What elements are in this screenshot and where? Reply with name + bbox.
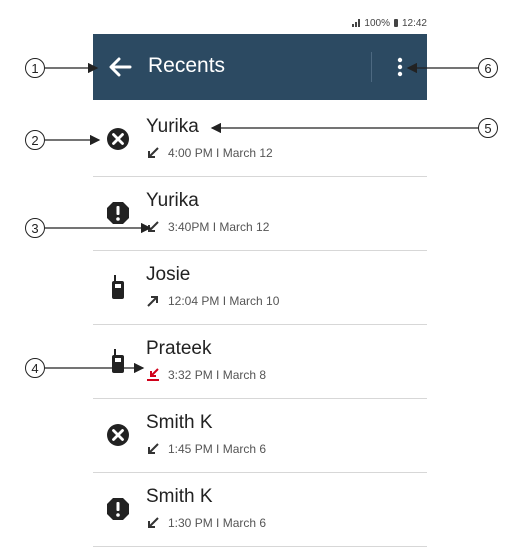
incoming-arrow-icon bbox=[148, 443, 159, 454]
contact-name: Smith K bbox=[146, 412, 213, 433]
missed-call-icon bbox=[107, 128, 129, 150]
call-time: 3:32 PM I March 8 bbox=[168, 368, 267, 382]
callout-1: 1 bbox=[25, 58, 45, 78]
app-bar-divider bbox=[371, 52, 372, 82]
list-item[interactable]: Smith K 1:30 PM I March 6 bbox=[93, 473, 427, 547]
list-item[interactable]: Yurika 4:00 PM I March 12 bbox=[93, 103, 427, 177]
call-time: 3:40PM I March 12 bbox=[168, 220, 270, 234]
battery-level: 100% bbox=[364, 17, 390, 29]
contact-name: Prateek bbox=[146, 338, 212, 359]
call-meta: 3:40PM I March 12 bbox=[146, 220, 269, 234]
call-meta: 3:32 PM I March 8 bbox=[146, 368, 266, 382]
emergency-alert-icon bbox=[107, 498, 129, 520]
status-bar: 100% 12:42 bbox=[93, 14, 427, 32]
call-time: 1:30 PM I March 6 bbox=[168, 516, 267, 530]
list-item[interactable]: Smith K 1:45 PM I March 6 bbox=[93, 399, 427, 473]
clock: 12:42 bbox=[401, 17, 427, 29]
call-time: 12:04 PM I March 10 bbox=[168, 294, 280, 308]
callout-5: 5 bbox=[478, 118, 498, 138]
incoming-arrow-icon bbox=[148, 517, 159, 528]
list-item[interactable]: Yurika 3:40PM I March 12 bbox=[93, 177, 427, 251]
signal-icon bbox=[352, 19, 361, 27]
incoming-arrow-icon bbox=[148, 221, 159, 232]
page-title: Recents bbox=[148, 54, 226, 77]
contact-name: Josie bbox=[146, 264, 191, 285]
contact-name: Smith K bbox=[146, 486, 213, 507]
call-meta: 1:30 PM I March 6 bbox=[146, 516, 266, 530]
battery-icon bbox=[393, 19, 398, 27]
call-meta: 4:00 PM I March 12 bbox=[146, 146, 273, 160]
call-meta: 1:45 PM I March 6 bbox=[146, 442, 266, 456]
incoming-arrow-icon bbox=[148, 147, 159, 158]
callout-6: 6 bbox=[478, 58, 498, 78]
missed-call-icon bbox=[107, 424, 129, 446]
contact-name: Yurika bbox=[146, 116, 199, 137]
call-time: 4:00 PM I March 12 bbox=[168, 146, 273, 160]
callout-4: 4 bbox=[25, 358, 45, 378]
more-options-button[interactable] bbox=[391, 52, 409, 82]
outgoing-arrow-icon bbox=[147, 296, 158, 307]
callout-3: 3 bbox=[25, 218, 45, 238]
list-item[interactable]: Josie 12:04 PM I March 10 bbox=[93, 251, 427, 325]
list-item[interactable]: Prateek 3:32 PM I March 8 bbox=[93, 325, 427, 399]
app-bar: Recents bbox=[93, 34, 427, 100]
radio-icon bbox=[112, 275, 124, 299]
call-meta: 12:04 PM I March 10 bbox=[146, 294, 279, 308]
missed-incoming-icon bbox=[147, 368, 159, 381]
contact-name: Yurika bbox=[146, 190, 199, 211]
radio-icon bbox=[112, 349, 124, 373]
back-button[interactable] bbox=[105, 52, 135, 82]
more-vert-icon bbox=[397, 57, 403, 77]
recents-list: Yurika 4:00 PM I March 12 Yurika 3:40PM … bbox=[93, 103, 427, 547]
emergency-alert-icon bbox=[107, 202, 129, 224]
callout-2: 2 bbox=[25, 130, 45, 150]
call-time: 1:45 PM I March 6 bbox=[168, 442, 267, 456]
arrow-left-icon bbox=[109, 57, 132, 77]
